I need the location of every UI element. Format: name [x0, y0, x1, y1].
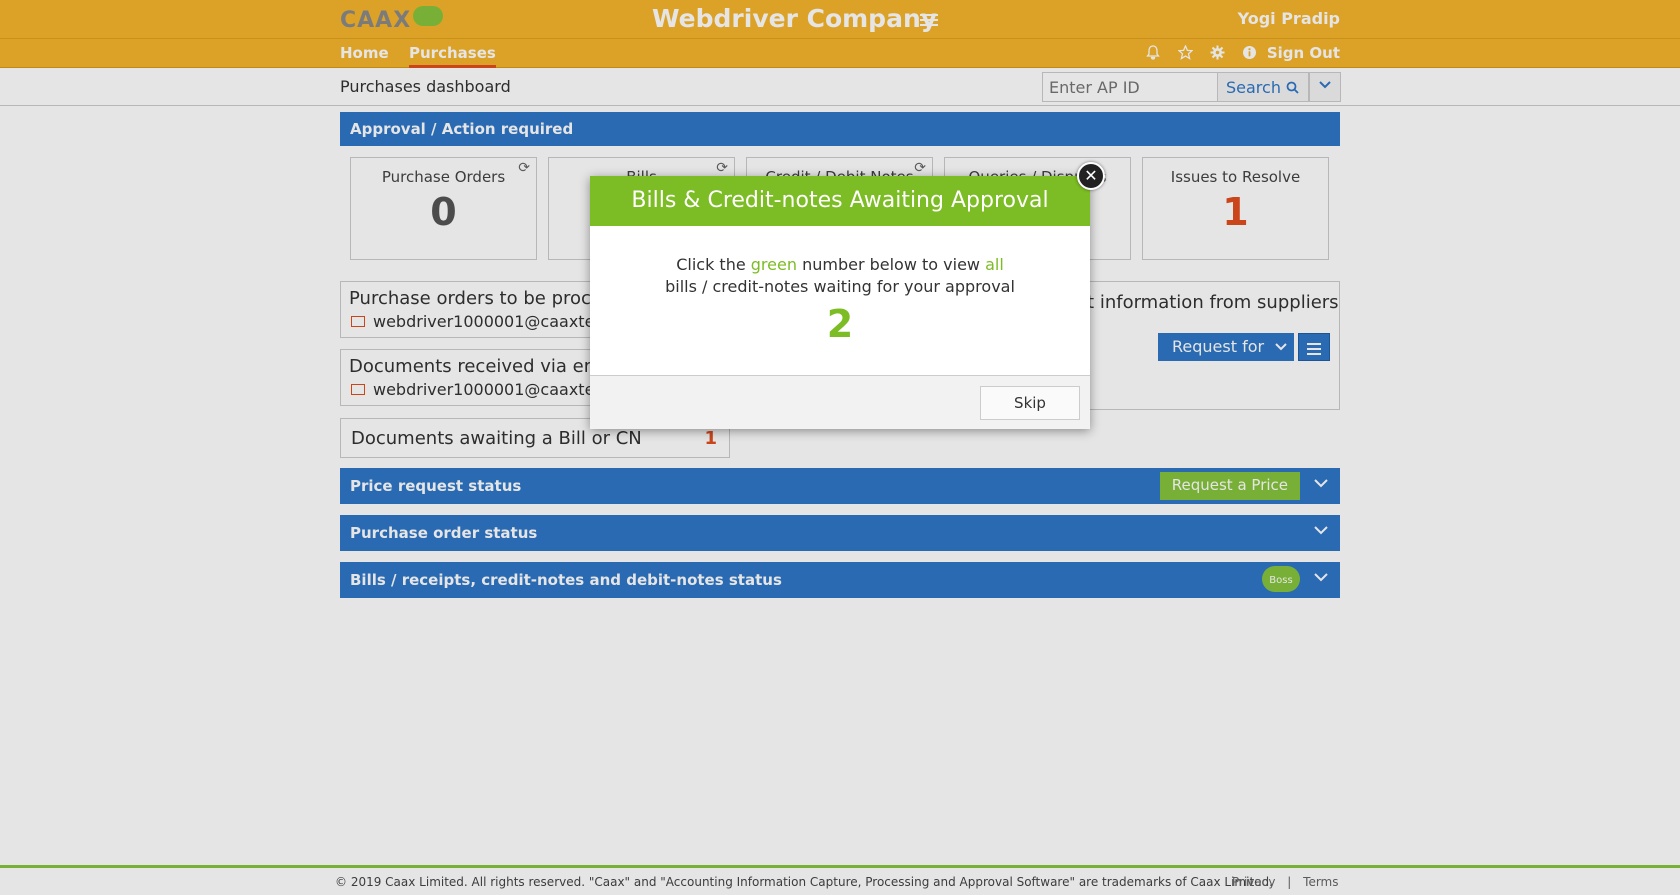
modal-instruction-line2: bills / credit-notes waiting for your ap… [665, 277, 1015, 296]
approval-modal: Bills & Credit-notes Awaiting Approval C… [590, 176, 1090, 429]
awaiting-approval-count[interactable]: 2 [590, 302, 1090, 346]
close-icon[interactable]: ✕ [1077, 162, 1105, 190]
modal-instruction-line1: Click the green number below to view all [590, 254, 1090, 276]
modal-title: Bills & Credit-notes Awaiting Approval [590, 176, 1090, 226]
modal-footer: Skip [590, 376, 1090, 429]
skip-button[interactable]: Skip [980, 386, 1080, 420]
modal-text-all: all [985, 255, 1004, 274]
modal-body: Click the green number below to view all… [590, 226, 1090, 376]
modal-text-a: Click the [676, 255, 751, 274]
modal-overlay[interactable] [0, 0, 1680, 895]
modal-text-green: green [750, 255, 797, 274]
modal-text-b: number below to view [796, 255, 986, 274]
